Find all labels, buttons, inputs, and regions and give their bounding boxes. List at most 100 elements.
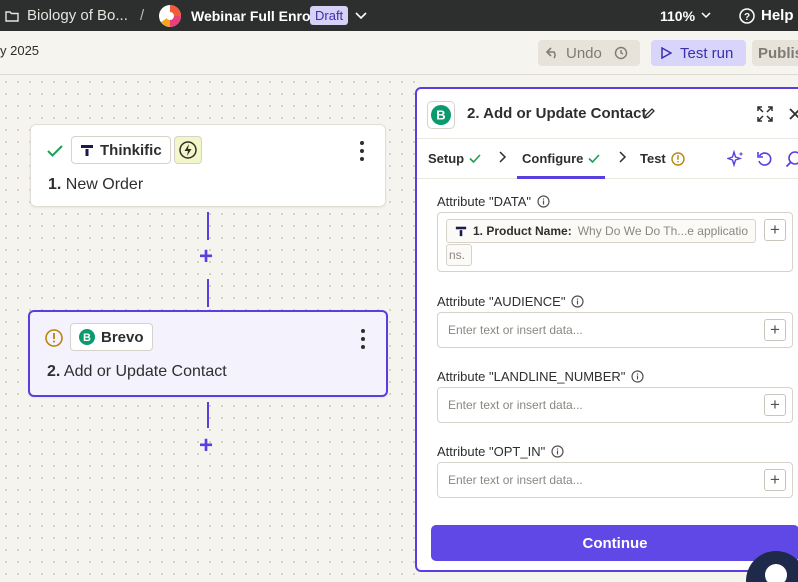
refresh-icon[interactable]	[756, 150, 773, 170]
trigger-bolt-icon	[174, 136, 202, 164]
app-chip-thinkific: Thinkific	[71, 136, 171, 164]
step-card-trigger[interactable]: Thinkific 1. New Order	[30, 124, 386, 207]
info-icon[interactable]	[571, 295, 585, 308]
field-label-landline-number: Attribute "LANDLINE_NUMBER"	[437, 369, 645, 384]
panel-title: 2. Add or Update Contact	[467, 105, 647, 122]
field-label-data: Attribute "DATA"	[437, 194, 550, 209]
add-step-button[interactable]: +	[199, 434, 213, 458]
info-icon[interactable]	[537, 195, 550, 208]
step-editor-panel: B 2. Add or Update Contact Setup Configu…	[415, 87, 798, 572]
tab-label: Test	[640, 151, 666, 166]
connector-line	[207, 212, 209, 240]
panel-header: B 2. Add or Update Contact	[417, 89, 798, 139]
step-title: 2. Add or Update Contact	[47, 363, 227, 381]
publish-button[interactable]: Publis	[752, 40, 798, 66]
opt-in-field[interactable]: Enter text or insert data... +	[437, 462, 793, 498]
check-icon	[47, 145, 63, 157]
app-name: Brevo	[101, 328, 144, 346]
zoom-control[interactable]: 110%	[660, 0, 711, 31]
brevo-icon: B	[79, 329, 95, 345]
svg-text:B: B	[436, 108, 445, 123]
help-button[interactable]: ? Help	[739, 0, 794, 31]
close-icon[interactable]	[789, 106, 798, 122]
pill-label: 1. Product Name:	[473, 224, 572, 238]
info-icon[interactable]	[551, 445, 564, 458]
field-label-text: Attribute "OPT_IN"	[437, 444, 546, 459]
draft-badge-label: Draft	[310, 6, 349, 25]
step-name: New Order	[65, 176, 144, 193]
publish-label: Publis	[758, 44, 798, 62]
warning-icon	[671, 151, 685, 166]
undo-label: Undo	[566, 44, 602, 62]
field-label-opt-in: Attribute "OPT_IN"	[437, 444, 564, 459]
app-name: Thinkific	[100, 141, 162, 159]
tab-configure[interactable]: Configure	[522, 151, 600, 166]
audience-field[interactable]: Enter text or insert data... +	[437, 312, 793, 348]
zoom-level: 110%	[660, 7, 696, 24]
svg-text:B: B	[83, 332, 91, 344]
check-icon	[588, 154, 600, 163]
thinkific-icon	[81, 145, 93, 156]
mapped-data-pill[interactable]: 1. Product Name: Why Do We Do Th...e app…	[446, 219, 756, 243]
insert-data-plus-icon[interactable]: +	[764, 219, 786, 241]
tab-setup[interactable]: Setup	[428, 151, 481, 166]
chevron-down-icon[interactable]	[355, 0, 367, 31]
chevron-down-icon	[701, 12, 711, 19]
chevron-right-icon	[619, 150, 627, 167]
check-icon	[469, 154, 481, 163]
data-field[interactable]: 1. Product Name: Why Do We Do Th...e app…	[437, 212, 793, 272]
expand-icon[interactable]	[757, 106, 773, 127]
tab-label: Setup	[428, 151, 465, 166]
folder-name: Biology of Bo...	[27, 7, 128, 24]
field-label-text: Attribute "AUDIENCE"	[437, 294, 566, 309]
step-name: Add or Update Contact	[63, 363, 227, 380]
field-placeholder: Enter text or insert data...	[448, 398, 583, 412]
field-placeholder: Enter text or insert data...	[448, 323, 583, 337]
svg-text:?: ?	[744, 12, 750, 23]
zap-title[interactable]: Webinar Full Enrol	[191, 0, 314, 31]
info-icon[interactable]	[631, 370, 645, 383]
search-icon[interactable]	[785, 150, 798, 171]
step-menu-kebab-icon[interactable]	[358, 329, 368, 349]
help-icon: ?	[739, 7, 755, 24]
field-label-audience: Attribute "AUDIENCE"	[437, 294, 585, 309]
warning-icon	[45, 329, 63, 347]
date-label: y 2025	[0, 43, 40, 58]
field-label-text: Attribute "LANDLINE_NUMBER"	[437, 369, 626, 384]
step-title: 1. New Order	[48, 176, 143, 194]
step-number: 2.	[47, 363, 61, 380]
editor-toolbar: y 2025 Undo Test run Publis	[0, 31, 798, 75]
breadcrumb-separator: /	[140, 7, 145, 24]
test-run-button[interactable]: Test run	[651, 40, 746, 66]
field-placeholder: Enter text or insert data...	[448, 473, 583, 487]
tab-test[interactable]: Test	[640, 151, 685, 166]
add-step-button[interactable]: +	[199, 245, 213, 269]
step-menu-kebab-icon[interactable]	[357, 141, 367, 161]
workflow-canvas[interactable]: Thinkific 1. New Order + B Brevo 2. Add …	[0, 76, 415, 582]
undo-button[interactable]: Undo	[538, 40, 640, 66]
undo-icon	[546, 47, 556, 59]
step-number: 1.	[48, 176, 62, 193]
folder-breadcrumb[interactable]: Biology of Bo...	[5, 0, 128, 31]
play-icon	[661, 47, 672, 59]
edit-pencil-icon[interactable]	[643, 107, 655, 125]
insert-data-plus-icon[interactable]: +	[764, 469, 786, 491]
active-tab-indicator	[517, 176, 605, 179]
chevron-right-icon	[499, 150, 507, 167]
pill-value: Why Do We Do Th...e applicatio	[577, 224, 748, 238]
history-icon	[614, 46, 628, 60]
connector-line	[207, 402, 209, 428]
tab-label: Configure	[522, 151, 584, 166]
folder-icon	[5, 10, 19, 22]
insert-data-plus-icon[interactable]: +	[764, 319, 786, 341]
continue-button[interactable]: Continue	[431, 525, 798, 561]
test-run-label: Test run	[680, 44, 734, 62]
connector-line	[207, 279, 209, 307]
step-card-action[interactable]: B Brevo 2. Add or Update Contact	[28, 310, 388, 397]
insert-data-plus-icon[interactable]: +	[764, 394, 786, 416]
help-label: Help	[761, 7, 794, 24]
landline-number-field[interactable]: Enter text or insert data... +	[437, 387, 793, 423]
ai-sparkle-icon[interactable]	[725, 149, 745, 171]
top-bar: Biology of Bo... / Webinar Full Enrol Dr…	[0, 0, 798, 31]
app-chip-brevo: B Brevo	[70, 323, 153, 351]
